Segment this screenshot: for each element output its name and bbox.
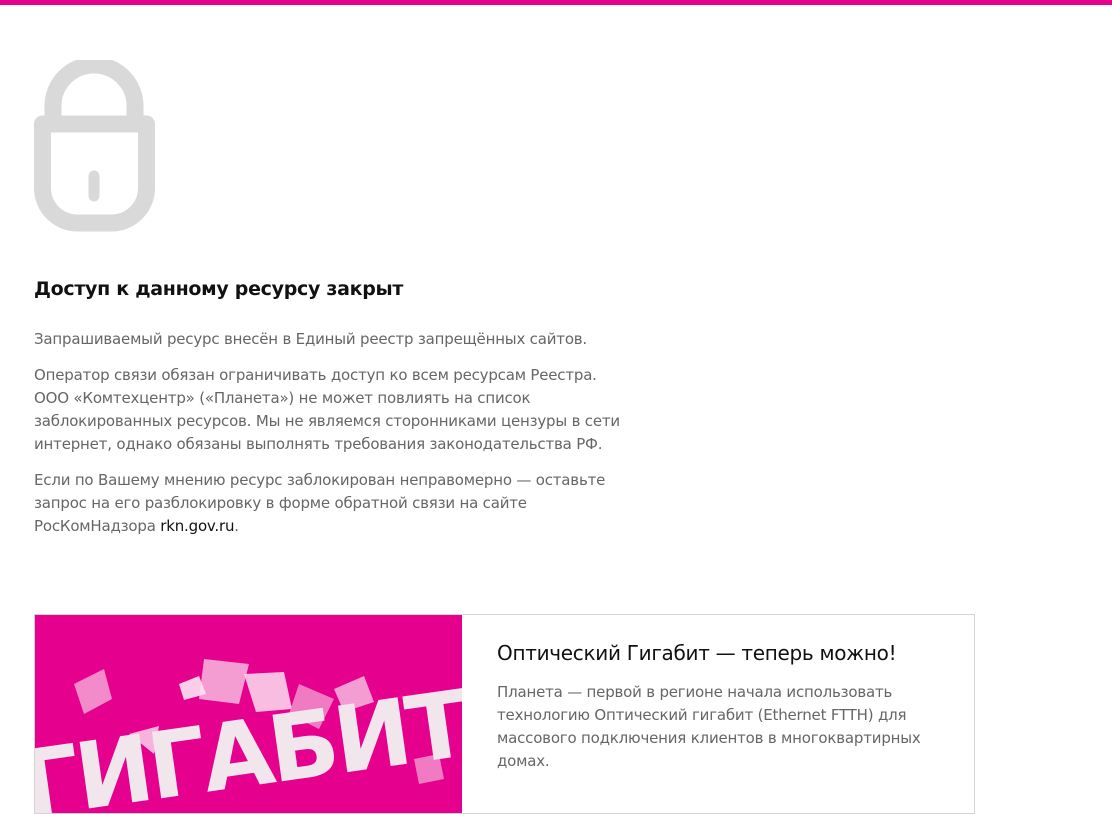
notice-title: Доступ к данному ресурсу закрыт [34, 278, 404, 300]
rkn-link[interactable]: rkn.gov.ru [160, 517, 234, 535]
lock-icon [34, 60, 155, 232]
promo-text: Планета — первой в регионе начала исполь… [497, 683, 921, 770]
notice-content: Доступ к данному ресурсу закрыт Запрашив… [34, 276, 634, 538]
promo-title[interactable]: Оптический Гигабит — теперь можно! [497, 639, 937, 667]
gigabit-illustration: ГИГАБИТ [35, 615, 462, 813]
promo-card[interactable]: ГИГАБИТ Оптический Гигабит — теперь можн… [34, 614, 975, 814]
appeal-end: . [234, 517, 239, 535]
notice-paragraph-operator: Оператор связи обязан ограничивать досту… [34, 366, 620, 453]
promo-image[interactable]: ГИГАБИТ [35, 615, 462, 813]
appeal-text: Если по Вашему мнению ресурс заблокирова… [34, 471, 606, 535]
notice-paragraph-registry: Запрашиваемый ресурс внесён в Единый рее… [34, 330, 587, 348]
promo-body: Оптический Гигабит — теперь можно! Плане… [497, 639, 937, 773]
top-accent-bar [0, 0, 1112, 5]
notice-paragraph-appeal: Если по Вашему мнению ресурс заблокирова… [34, 469, 634, 538]
